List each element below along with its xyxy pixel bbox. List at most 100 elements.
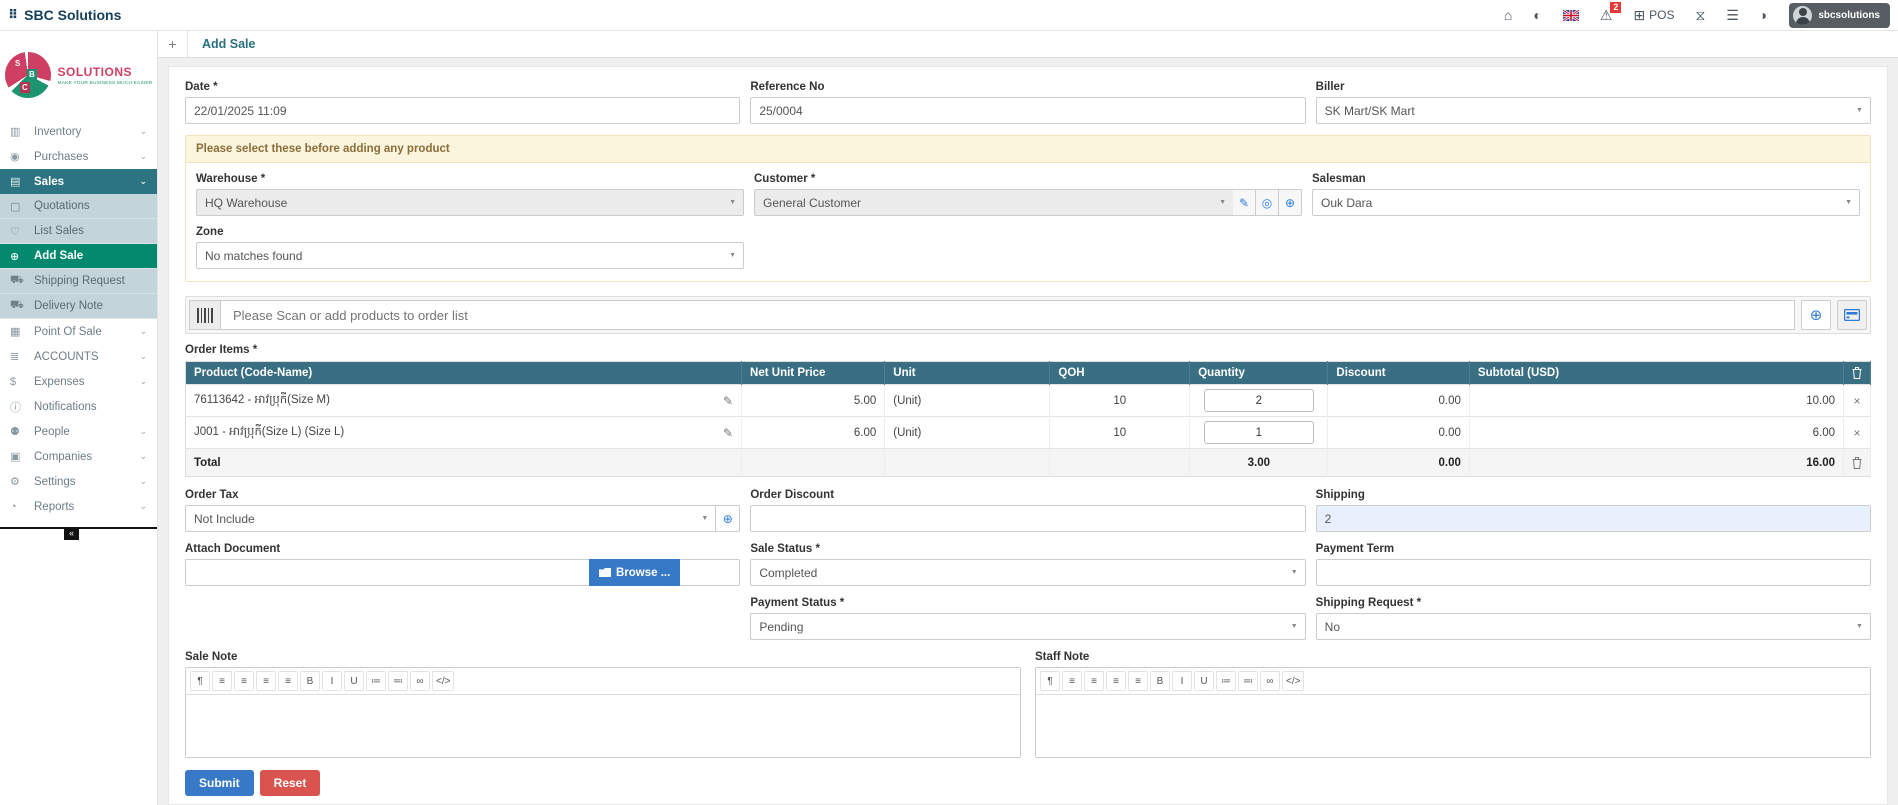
date-input[interactable] (185, 97, 740, 124)
language-flag-icon[interactable] (1563, 10, 1579, 21)
editor-toolbar-button[interactable]: </> (1282, 671, 1304, 691)
browse-button[interactable]: Browse ... (589, 559, 680, 586)
sidebar-item[interactable]: ▣ Companies ⌄ (0, 444, 157, 469)
sidebar-item[interactable]: ⚉ People ⌄ (0, 419, 157, 444)
editor-toolbar-button[interactable]: ≔ (1216, 671, 1236, 691)
drop-icon[interactable]: ◗ (1760, 7, 1768, 23)
zone-select[interactable]: No matches found (196, 242, 744, 269)
sidebar-item-label: Companies (34, 451, 139, 463)
add-tax-button[interactable]: ⊕ (716, 505, 740, 532)
quantity-input[interactable] (1204, 421, 1314, 444)
sidebar-item[interactable]: ♡ List Sales (0, 219, 157, 244)
editor-toolbar-button[interactable]: ≕ (1238, 671, 1258, 691)
editor-toolbar-button[interactable]: ¶ (1040, 671, 1060, 691)
delete-all-icon[interactable] (1844, 362, 1871, 385)
alerts-icon[interactable]: ⚠ 2 (1600, 7, 1613, 24)
product-scan-input[interactable] (221, 300, 1795, 330)
home-icon[interactable]: ⌂ (1504, 7, 1512, 23)
biller-select[interactable]: SK Mart/SK Mart (1316, 97, 1871, 124)
submit-button[interactable]: Submit (185, 770, 254, 796)
sidebar-item[interactable]: ⊕ Add Sale (0, 244, 157, 269)
sale-status-select[interactable]: Completed (750, 559, 1305, 586)
add-product-manually-button[interactable]: ⊕ (1801, 300, 1831, 330)
sidebar-item[interactable]: $ Expenses ⌄ (0, 369, 157, 394)
editor-toolbar-button[interactable]: ∞ (1260, 671, 1280, 691)
editor-toolbar-button[interactable]: ∞ (410, 671, 430, 691)
sidebar-item[interactable]: ▦ Point Of Sale ⌄ (0, 319, 157, 344)
biller-value: SK Mart/SK Mart (1325, 104, 1415, 118)
editor-toolbar-button[interactable]: ¶ (190, 671, 210, 691)
pending-hourglass-icon[interactable]: ⧖ (1695, 7, 1705, 24)
editor-toolbar-button[interactable]: ≡ (212, 671, 232, 691)
editor-toolbar-button[interactable]: ≡ (1084, 671, 1104, 691)
quantity-input[interactable] (1204, 389, 1314, 412)
sidebar-item[interactable]: ▥ Inventory ⌄ (0, 119, 157, 144)
editor-toolbar-button[interactable]: ≡ (278, 671, 298, 691)
customer-select[interactable]: General Customer (754, 189, 1233, 216)
editor-toolbar-button[interactable]: U (344, 671, 364, 691)
biller-label: Biller (1316, 81, 1871, 93)
editor-toolbar-button[interactable]: B (1150, 671, 1170, 691)
editor-toolbar-button[interactable]: </> (432, 671, 454, 691)
reference-input[interactable] (750, 97, 1305, 124)
editor-toolbar-button[interactable]: ≡ (234, 671, 254, 691)
editor-toolbar-button[interactable]: ≡ (1106, 671, 1126, 691)
payment-term-input[interactable] (1316, 559, 1871, 586)
remove-row-button[interactable]: × (1853, 394, 1860, 408)
editor-toolbar-button[interactable]: U (1194, 671, 1214, 691)
sidebar-item[interactable]: ⚙ Settings ⌄ (0, 469, 157, 494)
editor-toolbar-button[interactable]: ≕ (388, 671, 408, 691)
order-tax-select[interactable]: Not Include (185, 505, 716, 532)
editor-toolbar-button[interactable]: I (322, 671, 342, 691)
order-items-label: Order Items * (185, 344, 1871, 356)
shipping-request-select[interactable]: No (1316, 613, 1871, 640)
sidebar-item-icon: ▤ (10, 175, 34, 188)
theme-contrast-icon[interactable]: ◐ (1533, 7, 1541, 23)
editor-toolbar-button[interactable]: ≡ (256, 671, 276, 691)
warehouse-select[interactable]: HQ Warehouse (196, 189, 744, 216)
view-customer-icon[interactable]: ◎ (1256, 189, 1279, 216)
sidebar-item[interactable]: ◉ Purchases ⌄ (0, 144, 157, 169)
sidebar-item[interactable]: ⛟ Delivery Note (0, 294, 157, 319)
keypad-icon-button[interactable] (1837, 300, 1867, 330)
remove-row-button[interactable]: × (1853, 426, 1860, 440)
edit-product-icon[interactable]: ✎ (723, 394, 733, 408)
clear-all-icon[interactable] (1844, 449, 1871, 477)
sidebar-item[interactable]: ▢ Quotations (0, 194, 157, 219)
sidebar-item-label: ACCOUNTS (34, 351, 139, 363)
app-brand[interactable]: ⠿ SBC Solutions (8, 7, 121, 23)
salesman-select[interactable]: Ouk Dara (1312, 189, 1860, 216)
order-discount-input[interactable] (750, 505, 1305, 532)
edit-customer-icon[interactable]: ✎ (1233, 189, 1256, 216)
company-logo[interactable]: S B C SOLUTIONS MAKE YOUR BUSINESS MUCH … (0, 31, 157, 119)
list-menu-icon[interactable]: ☰ (1726, 7, 1739, 24)
sidebar-item[interactable]: ⛟ Shipping Request (0, 269, 157, 294)
order-item-row: 76113642 - អាវប្រុកី(Size M) ✎ 5.00 (Uni… (186, 385, 1871, 417)
edit-product-icon[interactable]: ✎ (723, 426, 733, 440)
editor-toolbar-button[interactable]: I (1172, 671, 1192, 691)
sidebar-item[interactable]: ◔ Reports ⌄ (0, 494, 157, 519)
editor-toolbar-button[interactable]: ≡ (1062, 671, 1082, 691)
sidebar-item[interactable]: ≣ ACCOUNTS ⌄ (0, 344, 157, 369)
sidebar-item[interactable]: ▤ Sales ⌄ (0, 169, 157, 194)
staff-note-editor[interactable]: ¶≡≡≡≡BIU≔≕∞</> (1035, 667, 1871, 758)
editor-toolbar-button[interactable]: ≔ (366, 671, 386, 691)
new-tab-button[interactable]: + (158, 31, 188, 57)
reset-button[interactable]: Reset (260, 770, 321, 796)
staff-note-textarea[interactable] (1036, 695, 1870, 757)
add-customer-icon[interactable]: ⊕ (1279, 189, 1302, 216)
editor-toolbar-button[interactable]: ≡ (1128, 671, 1148, 691)
sale-note-editor[interactable]: ¶≡≡≡≡BIU≔≕∞</> (185, 667, 1021, 758)
editor-toolbar-button[interactable]: B (300, 671, 320, 691)
shipping-request-value: No (1325, 620, 1340, 634)
sidebar-item[interactable]: ⓘ Notifications (0, 394, 157, 419)
user-menu[interactable]: sbcsolutions (1789, 3, 1890, 28)
unit-value: (Unit) (885, 385, 1050, 417)
sidebar-collapse-button[interactable]: « (64, 527, 79, 540)
pos-label: POS (1649, 8, 1674, 22)
shipping-input[interactable] (1316, 505, 1871, 532)
pos-link[interactable]: ⊞ POS (1633, 7, 1674, 24)
grid-icon: ⊞ (1633, 7, 1645, 24)
sale-note-textarea[interactable] (186, 695, 1020, 757)
payment-status-select[interactable]: Pending (750, 613, 1305, 640)
